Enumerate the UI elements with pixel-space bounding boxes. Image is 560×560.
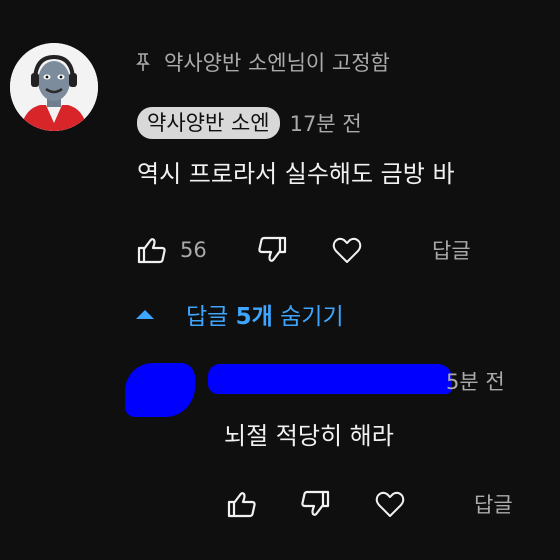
heart-button[interactable] (327, 230, 367, 270)
reply-dislike-button[interactable] (295, 484, 335, 524)
comment-actions: 56 (132, 230, 207, 270)
comment-time[interactable]: 17분 전 (290, 108, 362, 138)
reply-time[interactable]: 5분 전 (446, 366, 505, 396)
hide-replies-count: 5개 (235, 304, 273, 330)
comment-text: 역시 프로라서 실수해도 금방 바 (137, 160, 455, 188)
redacted-author-name (208, 364, 452, 394)
caret-up-icon (136, 310, 154, 319)
hide-replies-suffix: 숨기기 (272, 304, 344, 330)
heart-icon (332, 237, 362, 263)
redacted-avatar (125, 363, 195, 417)
avatar[interactable] (10, 43, 98, 131)
thumb-down-icon (301, 490, 330, 516)
reply-heart-button[interactable] (370, 484, 410, 524)
comment-header: 약사양반 소엔 17분 전 (137, 106, 362, 140)
pinned-label: 약사양반 소엔님이 고정함 (164, 51, 390, 75)
reply-actions (222, 484, 262, 524)
reply-reply-button[interactable]: 답글 (474, 489, 513, 519)
author-chip[interactable]: 약사양반 소엔 (137, 107, 280, 139)
hide-replies-button[interactable]: 답글 5개 숨기기 (132, 296, 344, 332)
reply-text: 뇌절 적당히 해라 (224, 422, 394, 450)
pinned-label-row: 약사양반 소엔님이 고정함 (136, 48, 390, 76)
thumb-up-icon (227, 492, 256, 518)
reply-dislike-wrapper (295, 484, 335, 524)
thumb-up-icon (137, 238, 166, 264)
dislike-button[interactable] (252, 230, 292, 270)
reply-button[interactable]: 답글 (432, 235, 471, 265)
pin-icon (136, 53, 150, 71)
reply-like-button[interactable] (222, 484, 262, 524)
like-button[interactable] (132, 230, 172, 270)
like-count: 56 (180, 238, 207, 262)
dislike-wrapper (252, 230, 292, 270)
thumb-down-icon (258, 236, 287, 262)
heart-icon (375, 491, 405, 517)
reply-heart-wrapper (370, 484, 410, 524)
heart-wrapper (327, 230, 367, 270)
hide-replies-prefix: 답글 (186, 304, 236, 330)
